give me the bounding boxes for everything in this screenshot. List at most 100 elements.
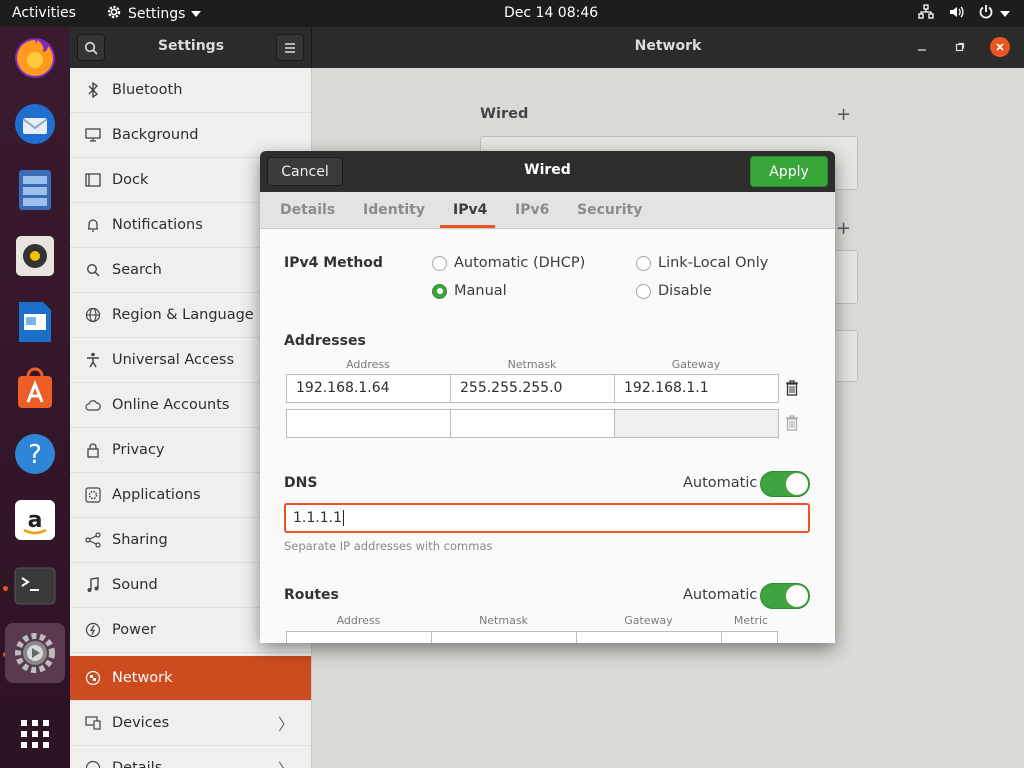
apply-button[interactable]: Apply	[750, 156, 828, 187]
cloud-icon	[84, 396, 102, 414]
wired-section-title: Wired	[480, 106, 529, 122]
text-cursor	[342, 510, 344, 526]
gateway-field[interactable]	[614, 409, 779, 438]
dns-input-value: 1.1.1.1	[293, 510, 342, 526]
chevron-right-icon: 〉	[277, 715, 294, 734]
globe-icon	[84, 306, 102, 324]
system-tray[interactable]	[918, 4, 1010, 24]
app-menu[interactable]: Settings	[106, 4, 202, 24]
dns-hint: Separate IP addresses with commas	[284, 539, 493, 553]
tab-details[interactable]: Details	[280, 202, 335, 218]
sidebar-item-network[interactable]: Network	[70, 656, 311, 701]
devices-icon	[84, 714, 102, 732]
cancel-button[interactable]: Cancel	[267, 157, 343, 186]
column-header-netmask: Netmask	[507, 358, 557, 371]
chevron-down-icon	[191, 11, 202, 17]
tab-ipv6[interactable]: IPv6	[515, 202, 549, 218]
sidebar-item-label: Devices	[112, 715, 170, 731]
maximize-icon	[955, 42, 965, 52]
dns-automatic-toggle[interactable]	[760, 471, 810, 497]
add-connection-icon[interactable]: +	[836, 104, 851, 125]
route-metric-field[interactable]	[721, 631, 778, 643]
netmask-field[interactable]	[450, 409, 615, 438]
radio-indicator-selected	[432, 283, 447, 299]
writer-icon[interactable]	[11, 298, 59, 346]
sidebar-item-label: Universal Access	[112, 352, 235, 368]
close-button[interactable]	[990, 37, 1010, 57]
dialog-title: Wired	[524, 162, 571, 178]
radio-label: Manual	[454, 283, 507, 299]
monitor-icon	[84, 126, 102, 144]
apps-icon	[84, 486, 102, 504]
wired-dialog: Wired Cancel Apply Details Identity IPv4…	[260, 151, 835, 643]
menu-button[interactable]	[276, 34, 304, 61]
sidebar-item-label: Applications	[112, 487, 201, 503]
volume-icon	[948, 4, 964, 24]
clock[interactable]: Dec 14 08:46	[504, 5, 598, 21]
sidebar-item-devices[interactable]: Devices 〉	[70, 701, 311, 746]
header-bar: Settings Network	[70, 27, 1024, 68]
column-header-address: Address	[346, 358, 390, 371]
minimize-button[interactable]	[912, 37, 932, 57]
column-header-gateway: Gateway	[671, 358, 721, 371]
radio-link-local-only[interactable]: Link-Local Only	[636, 255, 768, 271]
route-address-field[interactable]	[286, 631, 432, 643]
address-field[interactable]	[286, 409, 451, 438]
power-icon	[84, 621, 102, 639]
column-header-metric: Metric	[733, 614, 769, 627]
trash-icon	[786, 380, 798, 396]
maximize-button[interactable]	[950, 37, 970, 57]
help-icon[interactable]: ?	[11, 430, 59, 478]
sidebar-item-label: Details	[112, 760, 163, 768]
toggle-knob	[786, 473, 808, 495]
accessibility-icon	[84, 351, 102, 369]
firefox-icon[interactable]	[11, 34, 59, 82]
radio-manual[interactable]: Manual	[432, 283, 507, 299]
delete-address-button[interactable]	[781, 375, 803, 401]
address-field[interactable]: 192.168.1.64	[286, 374, 451, 403]
terminal-icon[interactable]	[11, 562, 59, 610]
tab-identity[interactable]: Identity	[363, 202, 425, 218]
route-netmask-field[interactable]	[431, 631, 577, 643]
delete-address-button[interactable]	[781, 410, 803, 436]
trash-icon	[786, 415, 798, 431]
add-vpn-icon[interactable]: +	[836, 218, 851, 239]
radio-automatic-dhcp[interactable]: Automatic (DHCP)	[432, 255, 585, 271]
radio-label: Disable	[658, 283, 712, 299]
gear-icon	[106, 4, 122, 24]
tab-security[interactable]: Security	[577, 202, 642, 218]
files-icon[interactable]	[11, 166, 59, 214]
running-indicator	[3, 586, 8, 591]
sidebar-item-label: Sharing	[112, 532, 168, 548]
rhythmbox-icon[interactable]	[11, 232, 59, 280]
bell-icon	[84, 216, 102, 234]
addresses-label: Addresses	[284, 333, 366, 349]
radio-indicator	[636, 283, 651, 299]
lock-icon	[84, 441, 102, 459]
sidebar-item-label: Background	[112, 127, 199, 143]
radio-label: Link-Local Only	[658, 255, 769, 271]
dialog-tabs: Details Identity IPv4 IPv6 Security	[260, 192, 835, 229]
dock-icon	[84, 171, 102, 189]
netmask-field[interactable]: 255.255.255.0	[450, 374, 615, 403]
routes-automatic-toggle[interactable]	[760, 583, 810, 609]
radio-disable[interactable]: Disable	[636, 283, 712, 299]
software-icon[interactable]	[11, 364, 59, 412]
sidebar-item-bluetooth[interactable]: Bluetooth	[70, 68, 311, 113]
app-menu-label: Settings	[128, 6, 186, 22]
gateway-field[interactable]: 192.168.1.1	[614, 374, 779, 403]
chevron-right-icon: 〉	[278, 756, 294, 768]
sidebar-item-label: Region & Language	[112, 307, 254, 323]
ipv4-method-label: IPv4 Method	[284, 255, 383, 271]
dns-input[interactable]: 1.1.1.1	[284, 503, 810, 533]
thunderbird-icon[interactable]	[11, 100, 59, 148]
amazon-icon[interactable]: a	[11, 496, 59, 544]
sidebar-item-details[interactable]: Details 〉	[70, 746, 311, 768]
close-icon	[996, 43, 1004, 51]
show-applications-button[interactable]	[11, 710, 59, 758]
activities-button[interactable]: Activities	[12, 5, 76, 21]
tab-ipv4[interactable]: IPv4	[453, 202, 487, 218]
network-icon	[918, 4, 934, 24]
settings-icon[interactable]	[5, 623, 65, 683]
route-gateway-field[interactable]	[576, 631, 722, 643]
